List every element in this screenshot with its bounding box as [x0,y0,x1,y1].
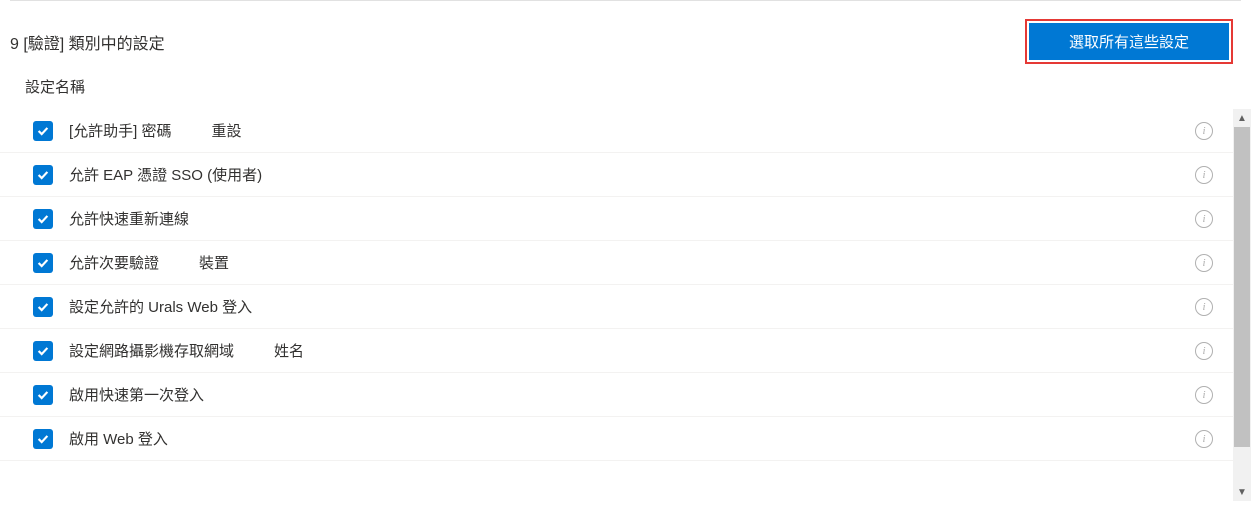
setting-row[interactable]: 允許快速重新連線 i [0,197,1233,241]
info-icon[interactable]: i [1195,122,1213,140]
info-icon[interactable]: i [1195,166,1213,184]
setting-extra: 重設 [212,120,242,141]
setting-row[interactable]: 允許 EAP 憑證 SSO (使用者) i [0,153,1233,197]
scroll-up-arrow[interactable]: ▲ [1233,109,1251,127]
info-icon[interactable]: i [1195,386,1213,404]
column-header-name: 設定名稱 [0,70,1251,109]
checkbox[interactable] [33,209,53,229]
setting-extra: 姓名 [274,340,304,361]
setting-row[interactable]: 啟用 Web 登入 i [0,417,1233,461]
setting-row[interactable]: 允許次要驗證 裝置 i [0,241,1233,285]
scrollbar[interactable]: ▲ ▼ [1233,109,1251,501]
setting-row[interactable]: 設定允許的 Urals Web 登入 i [0,285,1233,329]
select-all-button[interactable]: 選取所有這些設定 [1029,23,1229,60]
category-title: 9 [驗證] 類別中的設定 [10,30,165,54]
setting-label: 允許次要驗證 [69,252,159,273]
settings-header: 9 [驗證] 類別中的設定 選取所有這些設定 [0,1,1251,70]
setting-label: 允許快速重新連線 [69,208,189,229]
settings-list: [允許助手] 密碼重設i允許 EAP 憑證 SSO (使用者)i允許快速重新連線… [0,109,1233,501]
setting-extra: 裝置 [199,252,229,273]
checkbox[interactable] [33,297,53,317]
checkbox[interactable] [33,121,53,141]
setting-row[interactable]: 啟用快速第一次登入 i [0,373,1233,417]
setting-label: [允許助手] 密碼 [69,120,172,141]
scroll-thumb[interactable] [1234,127,1250,447]
setting-label: 啟用 Web 登入 [69,428,168,449]
setting-label: 啟用快速第一次登入 [69,384,204,405]
checkbox[interactable] [33,385,53,405]
setting-row[interactable]: 設定網路攝影機存取網域 姓名 i [0,329,1233,373]
setting-label: 允許 EAP 憑證 SSO (使用者) [69,164,262,185]
info-icon[interactable]: i [1195,210,1213,228]
info-icon[interactable]: i [1195,342,1213,360]
info-icon[interactable]: i [1195,254,1213,272]
select-all-highlight: 選取所有這些設定 [1025,19,1233,64]
checkbox[interactable] [33,253,53,273]
info-icon[interactable]: i [1195,298,1213,316]
setting-row[interactable]: [允許助手] 密碼 重設 i [0,109,1233,153]
checkbox[interactable] [33,341,53,361]
checkbox[interactable] [33,429,53,449]
scroll-down-arrow[interactable]: ▼ [1233,483,1251,501]
info-icon[interactable]: i [1195,430,1213,448]
checkbox[interactable] [33,165,53,185]
setting-label: 設定網路攝影機存取網域 [69,340,234,361]
setting-label: 設定允許的 Urals Web 登入 [69,296,252,317]
